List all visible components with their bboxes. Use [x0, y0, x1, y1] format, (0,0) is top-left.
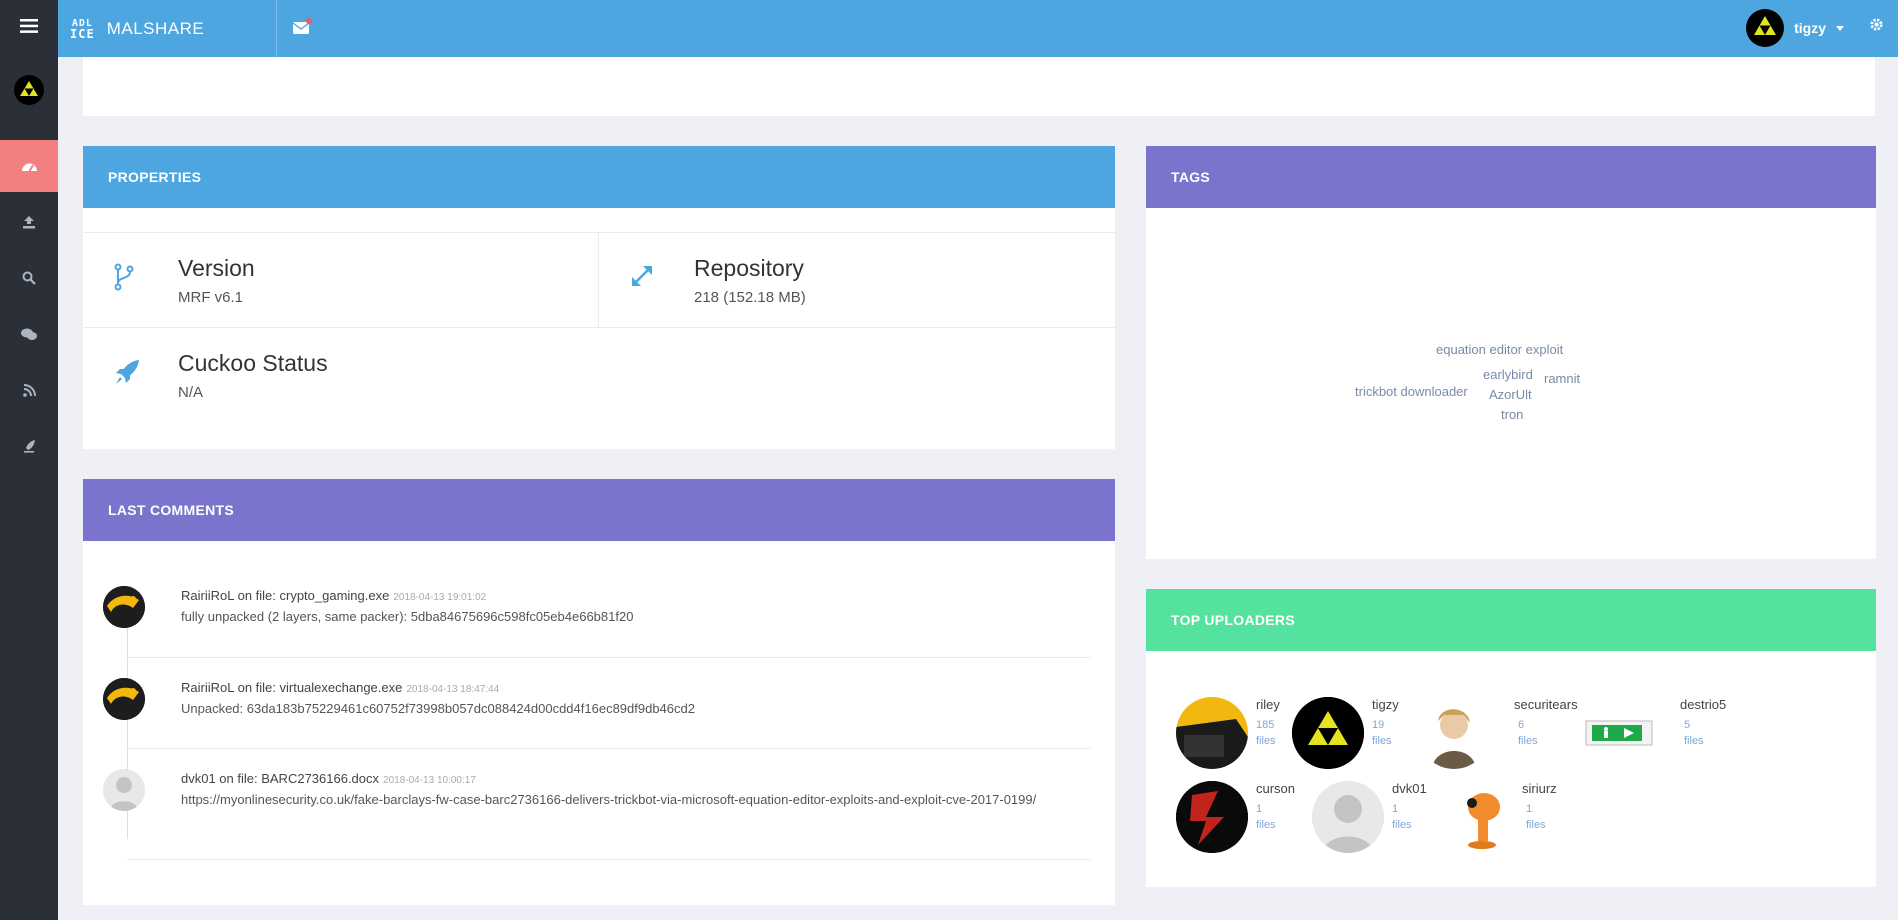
dvk01-avatar [1312, 781, 1384, 853]
tags-title: TAGS [1146, 146, 1876, 208]
comment-author-line: RairiiRoL on file: virtualexechange.exe 2… [181, 680, 499, 695]
dvk01-avatar[interactable] [103, 769, 145, 811]
tags-card: TAGS equation editor exploit earlybird r… [1146, 146, 1876, 559]
rocket-icon[interactable] [0, 420, 58, 472]
version-label: Version [178, 255, 255, 281]
uploader-count-unit: files [1256, 735, 1276, 747]
riley-avatar [1176, 697, 1248, 769]
comment-divider [127, 657, 1091, 658]
user-avatar [1746, 9, 1785, 47]
uploader-name: riley [1256, 697, 1280, 712]
triforce-logo-icon [14, 75, 44, 105]
securitears-avatar [1418, 697, 1490, 769]
tag-link[interactable]: tron [1501, 407, 1523, 422]
comments-title: LAST COMMENTS [83, 479, 1115, 541]
brand-name: MALSHARE [106, 18, 205, 38]
comment-author-line: dvk01 on file: BARC2736166.docx 2018-04-1… [181, 771, 476, 786]
comments-icon[interactable] [0, 308, 58, 360]
tag-link[interactable]: earlybird [1483, 367, 1533, 382]
cuckoo-label: Cuckoo Status [178, 350, 328, 376]
curson-avatar [1176, 781, 1248, 853]
comment-date: 2018-04-13 19:01:02 [393, 592, 487, 603]
uploader-count-unit: files [1372, 735, 1392, 747]
comment-author[interactable]: dvk01 on file: BARC2736166.docx [181, 771, 379, 786]
tag-link[interactable]: trickbot downloader [1355, 384, 1468, 399]
properties-card: PROPERTIES Version MRF v6.1 Repository 2… [83, 146, 1115, 449]
uploader-count: 1 files [1526, 803, 1546, 831]
unread-dot [306, 18, 312, 24]
uploader-name: destrio5 [1680, 697, 1727, 712]
uploader-name: curson [1256, 781, 1296, 796]
version-value: MRF v6.1 [178, 289, 244, 306]
uploaders-title: TOP UPLOADERS [1146, 589, 1876, 651]
comment-divider [127, 748, 1091, 749]
branch-icon [113, 263, 137, 291]
cuckoo-value: N/A [178, 384, 204, 401]
uploader-name: securitears [1514, 697, 1578, 712]
comment-body: https://myonlinesecurity.co.uk/fake-barc… [181, 792, 1037, 807]
gear-icon[interactable] [1869, 17, 1884, 36]
repository-label: Repository [694, 255, 804, 281]
uploader-count-number: 185 [1256, 719, 1275, 731]
expand-arrows-icon [629, 263, 653, 287]
envelope-icon [293, 22, 309, 34]
upload-icon[interactable] [0, 196, 58, 248]
topbar-divider [276, 0, 277, 57]
brand[interactable]: ADL ICE MALSHARE [70, 0, 204, 57]
uploader-count: 6 files [1518, 719, 1538, 747]
brand-logo-bottom: ICE [70, 26, 95, 41]
comment-body: Unpacked: 63da183b75229461c60752f73998b0… [181, 701, 695, 716]
comment-author-line: RairiiRoL on file: crypto_gaming.exe 2018… [181, 588, 486, 603]
properties-title: PROPERTIES [83, 146, 1115, 208]
repository-property: Repository 218 (152.18 MB) [599, 232, 1115, 328]
messages-button[interactable] [290, 18, 312, 38]
uploader-count: 185 files [1256, 717, 1276, 749]
user-menu[interactable]: tigzy [1746, 9, 1844, 47]
sidebar [0, 0, 58, 920]
rocket-icon [113, 358, 139, 384]
topbar: ADL ICE MALSHARE tigzy [58, 0, 1898, 57]
uploader-name: dvk01 [1392, 781, 1427, 796]
uploader-count: 19 files [1372, 717, 1392, 749]
rairiirol-avatar[interactable] [103, 586, 145, 628]
rairiirol-avatar[interactable] [103, 678, 145, 720]
uploaders-card: TOP UPLOADERS riley 185 files tigzy 19 fil… [1146, 589, 1876, 887]
dashboard-icon[interactable] [0, 140, 58, 192]
tag-link[interactable]: AzorUlt [1489, 387, 1532, 402]
brand-logo: ADL ICE [70, 18, 95, 40]
siriurz-avatar [1444, 781, 1516, 853]
uploader-count: 5 files [1684, 719, 1704, 747]
cuckoo-property: Cuckoo Status N/A [83, 328, 1115, 424]
logo[interactable] [0, 64, 58, 116]
comment-author[interactable]: RairiiRoL on file: virtualexechange.exe [181, 680, 402, 695]
header-panel [83, 57, 1875, 116]
comment-body: fully unpacked (2 layers, same packer): … [181, 609, 634, 624]
uploader-name: tigzy [1372, 697, 1399, 712]
comment-author[interactable]: RairiiRoL on file: crypto_gaming.exe [181, 588, 389, 603]
uploader-count: 1 files [1256, 803, 1276, 831]
tag-link[interactable]: ramnit [1544, 371, 1580, 386]
chevron-down-icon [1836, 25, 1844, 31]
comment-divider [127, 859, 1091, 860]
tigzy-avatar [1292, 697, 1364, 769]
menu-icon[interactable] [0, 0, 58, 52]
version-property: Version MRF v6.1 [83, 232, 599, 328]
repository-value: 218 (152.18 MB) [694, 289, 806, 306]
search-icon[interactable] [0, 252, 58, 304]
comment-date: 2018-04-13 10:00:17 [383, 775, 476, 786]
tag-link[interactable]: equation editor exploit [1436, 342, 1563, 357]
destrio5-avatar [1584, 697, 1656, 769]
comments-card: LAST COMMENTS RairiiRoL on file: crypto_… [83, 479, 1115, 905]
comment-date: 2018-04-13 18:47:44 [406, 684, 500, 695]
uploader-count: 1 files [1392, 803, 1412, 831]
uploader-name: siriurz [1522, 781, 1557, 796]
rss-icon[interactable] [0, 364, 58, 416]
uploader-count-number: 19 [1372, 719, 1385, 731]
username: tigzy [1794, 20, 1826, 36]
